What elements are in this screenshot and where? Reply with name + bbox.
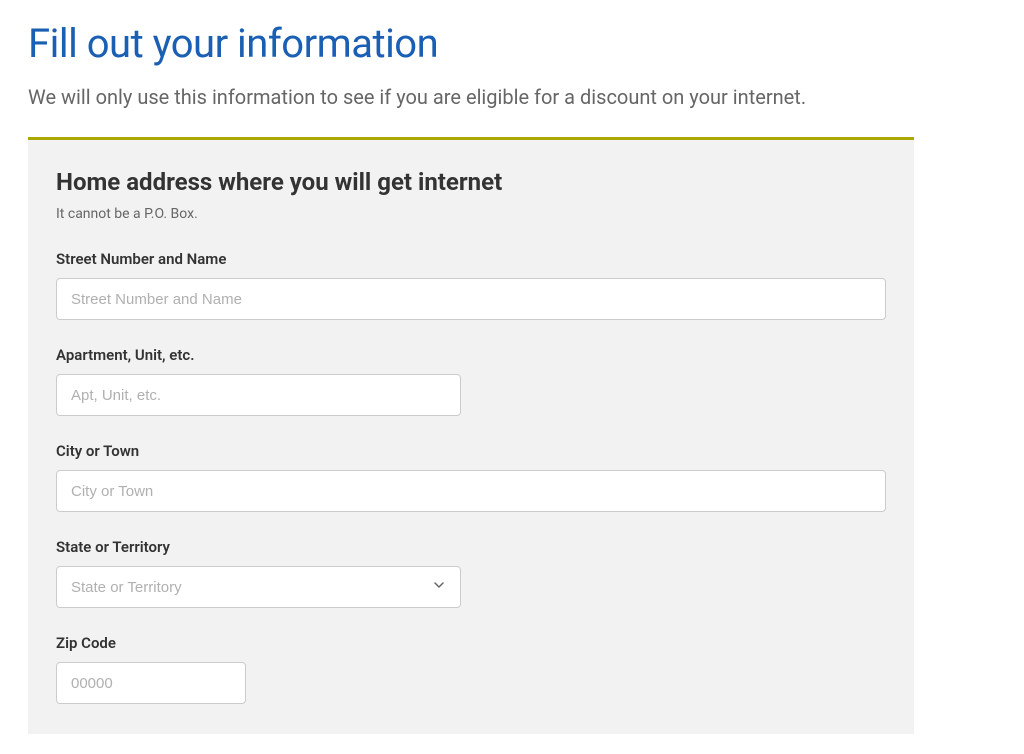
- street-field-group: Street Number and Name: [56, 250, 886, 320]
- city-input[interactable]: [56, 470, 886, 512]
- state-select-wrapper: State or Territory: [56, 566, 461, 608]
- zip-input[interactable]: [56, 662, 246, 704]
- city-label: City or Town: [56, 442, 886, 460]
- state-select[interactable]: State or Territory: [56, 566, 461, 608]
- page-title: Fill out your information: [28, 20, 996, 67]
- apt-label: Apartment, Unit, etc.: [56, 346, 886, 364]
- zip-field-group: Zip Code: [56, 634, 886, 704]
- zip-label: Zip Code: [56, 634, 886, 652]
- section-heading: Home address where you will get internet: [56, 168, 886, 196]
- apt-input[interactable]: [56, 374, 461, 416]
- apt-field-group: Apartment, Unit, etc.: [56, 346, 886, 416]
- section-hint: It cannot be a P.O. Box.: [56, 206, 886, 222]
- state-label: State or Territory: [56, 538, 886, 556]
- city-field-group: City or Town: [56, 442, 886, 512]
- street-input[interactable]: [56, 278, 886, 320]
- street-label: Street Number and Name: [56, 250, 886, 268]
- page-subtitle: We will only use this information to see…: [28, 85, 996, 109]
- address-form-panel: Home address where you will get internet…: [28, 137, 914, 734]
- state-field-group: State or Territory State or Territory: [56, 538, 886, 608]
